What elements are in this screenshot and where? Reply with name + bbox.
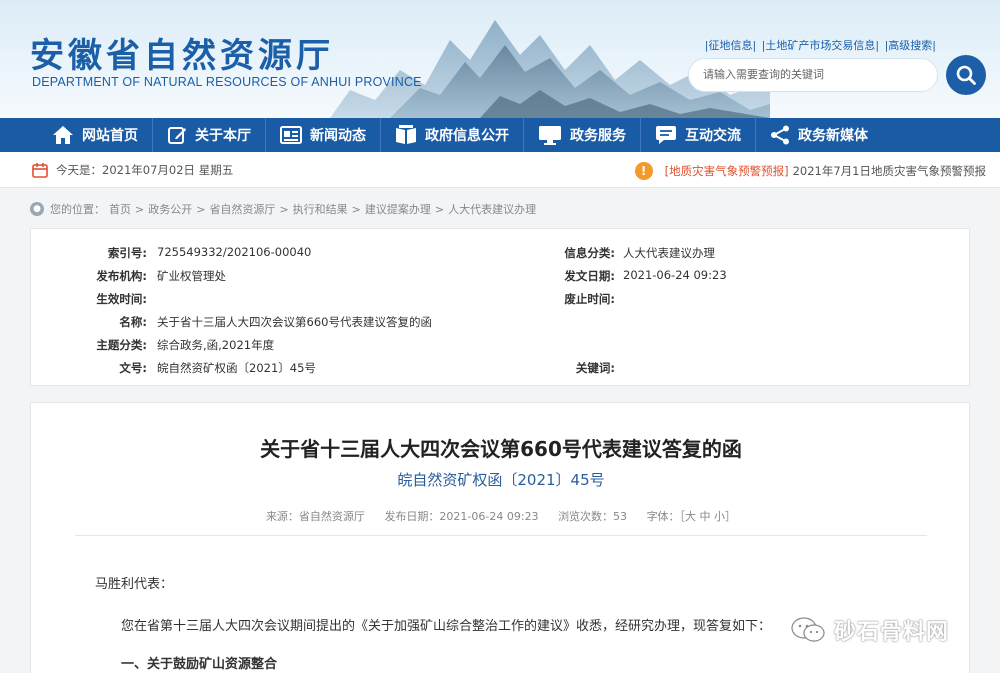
breadcrumb-sep: > xyxy=(279,202,289,216)
meta-category-label: 信息分类: xyxy=(564,246,615,260)
nav-label: 政务新媒体 xyxy=(798,128,868,144)
watermark-text: 砂石骨料网 xyxy=(834,620,950,645)
nav-item-new-media[interactable]: 政务新媒体 xyxy=(756,118,882,152)
today-date: 今天是：2021年07月02日 星期五 xyxy=(32,162,233,178)
today-date-text: 今天是：2021年07月02日 星期五 xyxy=(56,163,234,177)
meta-subject-value: 综合政务,函,2021年度 xyxy=(157,338,275,352)
divider xyxy=(75,535,927,536)
document-title: 关于省十三届人大四次会议第660号代表建议答复的函 xyxy=(260,437,742,461)
chat-icon xyxy=(655,125,677,145)
breadcrumb-sep: > xyxy=(196,202,206,216)
nav-item-interaction[interactable]: 互动交流 xyxy=(641,118,755,152)
document-views: 浏览次数：53 xyxy=(558,510,628,523)
nav-label: 新闻动态 xyxy=(310,128,366,144)
meta-date-label: 发文日期: xyxy=(564,269,615,283)
wechat-icon xyxy=(791,617,825,642)
document-publish-date: 发布日期：2021-06-24 09:23 xyxy=(384,510,539,523)
search-icon xyxy=(956,65,976,85)
meta-date-value: 2021-06-24 09:23 xyxy=(623,268,727,282)
breadcrumb-sep: > xyxy=(434,202,445,216)
home-icon xyxy=(52,125,74,145)
breadcrumb-item[interactable]: 政务公开 xyxy=(148,201,192,217)
edit-icon xyxy=(167,125,187,145)
meta-index-label: 索引号: xyxy=(107,246,147,260)
nav-item-services[interactable]: 政务服务 xyxy=(524,118,640,152)
document-info-line: 来源：省自然资源厅 发布日期：2021-06-24 09:23 浏览次数：53 … xyxy=(31,508,971,524)
meta-expire-label: 废止时间: xyxy=(564,292,615,306)
nav-label: 政务服务 xyxy=(570,128,626,144)
letter-paragraph: 您在省第十三届人大四次会议期间提出的《关于加强矿山综合整治工作的建议》收悉，经研… xyxy=(121,619,772,634)
calendar-icon xyxy=(32,162,48,178)
nav-item-home[interactable]: 网站首页 xyxy=(38,118,152,152)
location-icon: ● xyxy=(30,202,44,216)
breadcrumb-item[interactable]: 首页 xyxy=(109,201,131,217)
nav-label: 互动交流 xyxy=(685,128,741,144)
breadcrumb-prefix: 您的位置： xyxy=(50,203,105,216)
nav-label: 政府信息公开 xyxy=(425,128,509,144)
breadcrumb-sep: > xyxy=(135,202,145,216)
breadcrumb: ● 您的位置： 首页 > 政务公开 > 省自然资源厅 > 执行和结果 > 建议提… xyxy=(30,201,540,217)
meta-docno-label: 文号: xyxy=(119,361,147,375)
search-input[interactable]: 请输入需要查询的关键词 xyxy=(688,58,938,92)
meta-docno-value: 皖自然资矿权函〔2021〕45号 xyxy=(157,361,316,375)
share-icon xyxy=(770,125,790,145)
font-size-selector[interactable]: 字体：［大 中 小］ xyxy=(647,510,737,523)
watermark: 砂石骨料网 xyxy=(790,614,949,646)
meta-publisher-value: 矿业权管理处 xyxy=(157,269,226,283)
meta-keywords-label: 关键词: xyxy=(575,361,615,375)
notice-tag[interactable]: [地质灾害气象预警预报] xyxy=(665,163,789,179)
site-logo-title: 安徽省自然资源厅 xyxy=(30,36,334,76)
nav-label: 网站首页 xyxy=(82,128,138,144)
nav-item-news[interactable]: 新闻动态 xyxy=(266,118,380,152)
letter-section-heading: 一、关于鼓励矿山资源整合 xyxy=(121,657,278,672)
notice-text[interactable]: 2021年7月1日地质灾害气象预警预报 xyxy=(793,163,986,179)
meta-effective-label: 生效时间: xyxy=(96,292,147,306)
nav-item-gov-info[interactable]: 政府信息公开 xyxy=(381,118,523,152)
notice-ticker[interactable]: ! [地质灾害气象预警预报] 2021年7月1日地质灾害气象预警预报 xyxy=(634,162,986,180)
link-market-trading[interactable]: |土地矿产市场交易信息| xyxy=(762,39,879,52)
news-icon xyxy=(280,126,302,144)
document-meta-table: 索引号: 725549332/202106-00040 信息分类: 人大代表建议… xyxy=(30,228,970,386)
book-icon xyxy=(395,125,417,145)
breadcrumb-sep: > xyxy=(351,202,361,216)
date-bar: 今天是：2021年07月02日 星期五 ! [地质灾害气象预警预报] 2021年… xyxy=(0,152,1000,188)
meta-publisher-label: 发布机构: xyxy=(96,269,147,283)
top-links: |征地信息| |土地矿产市场交易信息| |高级搜索| xyxy=(703,37,936,53)
site-logo-subtitle: DEPARTMENT OF NATURAL RESOURCES OF ANHUI… xyxy=(32,75,422,89)
breadcrumb-item[interactable]: 执行和结果 xyxy=(293,201,348,217)
meta-subject-label: 主题分类: xyxy=(96,338,147,352)
main-nav: 网站首页 关于本厅 新闻动态 政府信息公开 政务服务 互动交流 政务新媒体 xyxy=(0,118,1000,152)
link-land-acquisition[interactable]: |征地信息| xyxy=(705,39,756,52)
site-header: 安徽省自然资源厅 DEPARTMENT OF NATURAL RESOURCES… xyxy=(0,0,1000,118)
meta-category-value: 人大代表建议办理 xyxy=(623,246,715,260)
breadcrumb-item[interactable]: 建议提案办理 xyxy=(365,201,431,217)
document-source: 来源：省自然资源厅 xyxy=(265,510,365,523)
nav-label: 关于本厅 xyxy=(195,128,251,144)
warning-icon: ! xyxy=(634,162,653,180)
meta-name-value: 关于省十三届人大四次会议第660号代表建议答复的函 xyxy=(157,315,432,329)
meta-name-label: 名称: xyxy=(119,315,147,329)
monitor-icon xyxy=(538,125,562,145)
document-number: 皖自然资矿权函〔2021〕45号 xyxy=(397,471,605,489)
breadcrumb-item[interactable]: 人大代表建议办理 xyxy=(448,201,536,217)
search-button[interactable] xyxy=(946,55,986,95)
meta-index-value: 725549332/202106-00040 xyxy=(157,245,312,259)
breadcrumb-item[interactable]: 省自然资源厅 xyxy=(209,201,275,217)
nav-item-about[interactable]: 关于本厅 xyxy=(153,118,265,152)
link-advanced-search[interactable]: |高级搜索| xyxy=(885,39,936,52)
letter-salutation: 马胜利代表： xyxy=(95,577,174,592)
